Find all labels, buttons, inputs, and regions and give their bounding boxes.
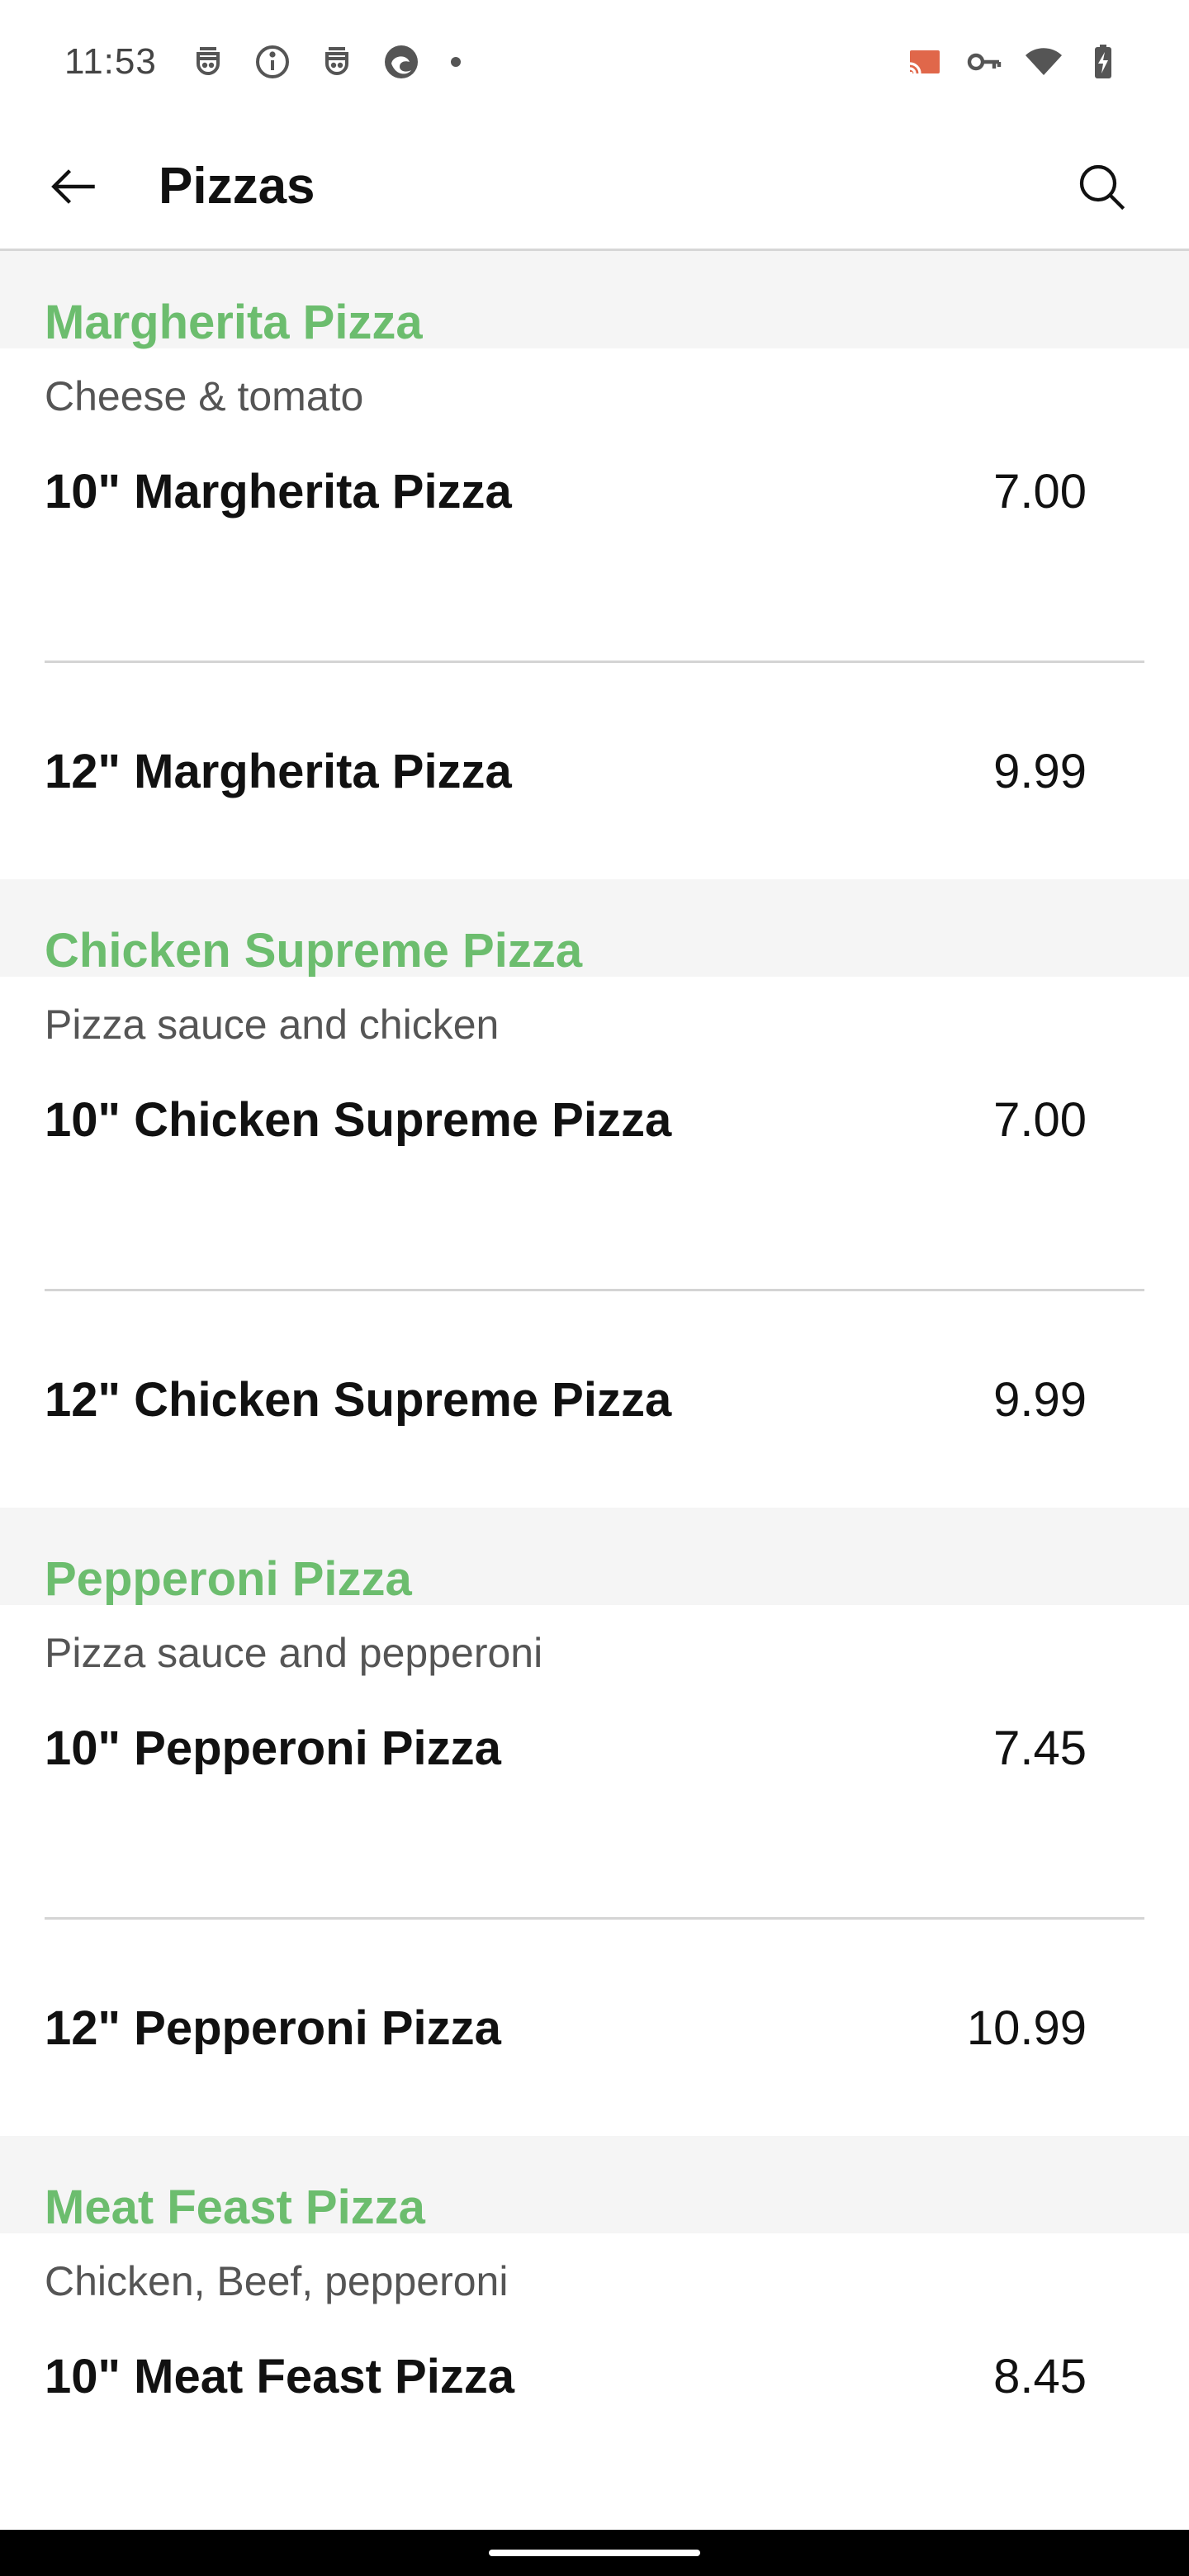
menu-item[interactable]: 12" Chicken Supreme Pizza 9.99 [0,1291,1189,1508]
section-description: Pizza sauce and chicken [45,1002,500,1048]
menu-item[interactable]: 10" Meat Feast Pizza 8.45 [0,2329,1189,2451]
face-icon [315,40,358,83]
edge-browser-icon [380,40,423,83]
item-price: 7.45 [993,1721,1087,1775]
item-price: 9.99 [993,744,1087,798]
item-name: 12" Margherita Pizza [45,744,512,798]
item-price: 7.00 [993,1093,1087,1147]
info-icon [251,40,294,83]
item-name: 10" Meat Feast Pizza [45,2350,515,2403]
vpn-key-icon [963,40,1006,83]
section-body: Cheese & tomato 10" Margherita Pizza 7.0… [0,348,1189,879]
notification-dot [450,57,461,67]
item-price: 9.99 [993,1372,1087,1427]
system-navigation-bar [0,2530,1189,2576]
item-name: 10" Pepperoni Pizza [45,1721,501,1775]
section-body: Pizza sauce and pepperoni 10" Pepperoni … [0,1605,1189,2136]
menu-item[interactable]: 10" Margherita Pizza 7.00 [0,444,1189,566]
arrow-left-icon [51,168,95,204]
section-title: Margherita Pizza [45,296,423,349]
section-title: Meat Feast Pizza [45,2181,425,2234]
section-title: Chicken Supreme Pizza [45,924,583,978]
menu-item[interactable]: 10" Chicken Supreme Pizza 7.00 [0,1073,1189,1195]
item-name: 12" Pepperoni Pizza [45,2001,501,2055]
section-body: Chicken, Beef, pepperoni 10" Meat Feast … [0,2233,1189,2530]
app-bar: Pizzas [0,124,1189,251]
item-name: 10" Chicken Supreme Pizza [45,1093,672,1147]
item-price: 10.99 [966,2001,1087,2055]
item-price: 8.45 [993,2350,1087,2403]
menu-list[interactable]: Margherita Pizza Cheese & tomato 10" Mar… [0,251,1189,2530]
section-description: Cheese & tomato [45,373,364,419]
status-notification-icons [187,40,461,83]
section-header: Margherita Pizza [0,251,1189,348]
menu-item[interactable]: 10" Pepperoni Pizza 7.45 [0,1701,1189,1823]
item-name: 12" Chicken Supreme Pizza [45,1372,672,1427]
section-title: Pepperoni Pizza [45,1552,412,1606]
page-title: Pizzas [159,158,315,215]
item-price: 7.00 [993,465,1087,519]
menu-item[interactable]: 12" Margherita Pizza 9.99 [0,663,1189,879]
search-button[interactable] [1060,145,1143,228]
item-name: 10" Margherita Pizza [45,465,512,519]
back-button[interactable] [33,145,116,228]
face-icon [187,40,230,83]
status-system-icons [903,40,1125,83]
status-bar: 11:53 [0,0,1189,124]
search-icon [1079,164,1125,210]
section-header: Meat Feast Pizza [0,2136,1189,2233]
section-header: Pepperoni Pizza [0,1508,1189,1605]
cast-icon [903,40,946,83]
home-gesture-handle[interactable] [489,2550,700,2556]
section-description: Pizza sauce and pepperoni [45,1630,543,1676]
wifi-icon [1022,40,1065,83]
menu-item[interactable]: 12" Pepperoni Pizza 10.99 [0,1920,1189,2136]
section-description: Chicken, Beef, pepperoni [45,2258,509,2304]
section-header: Chicken Supreme Pizza [0,879,1189,977]
status-time: 11:53 [64,41,157,82]
section-body: Pizza sauce and chicken 10" Chicken Supr… [0,977,1189,1508]
battery-charging-icon [1082,40,1125,83]
